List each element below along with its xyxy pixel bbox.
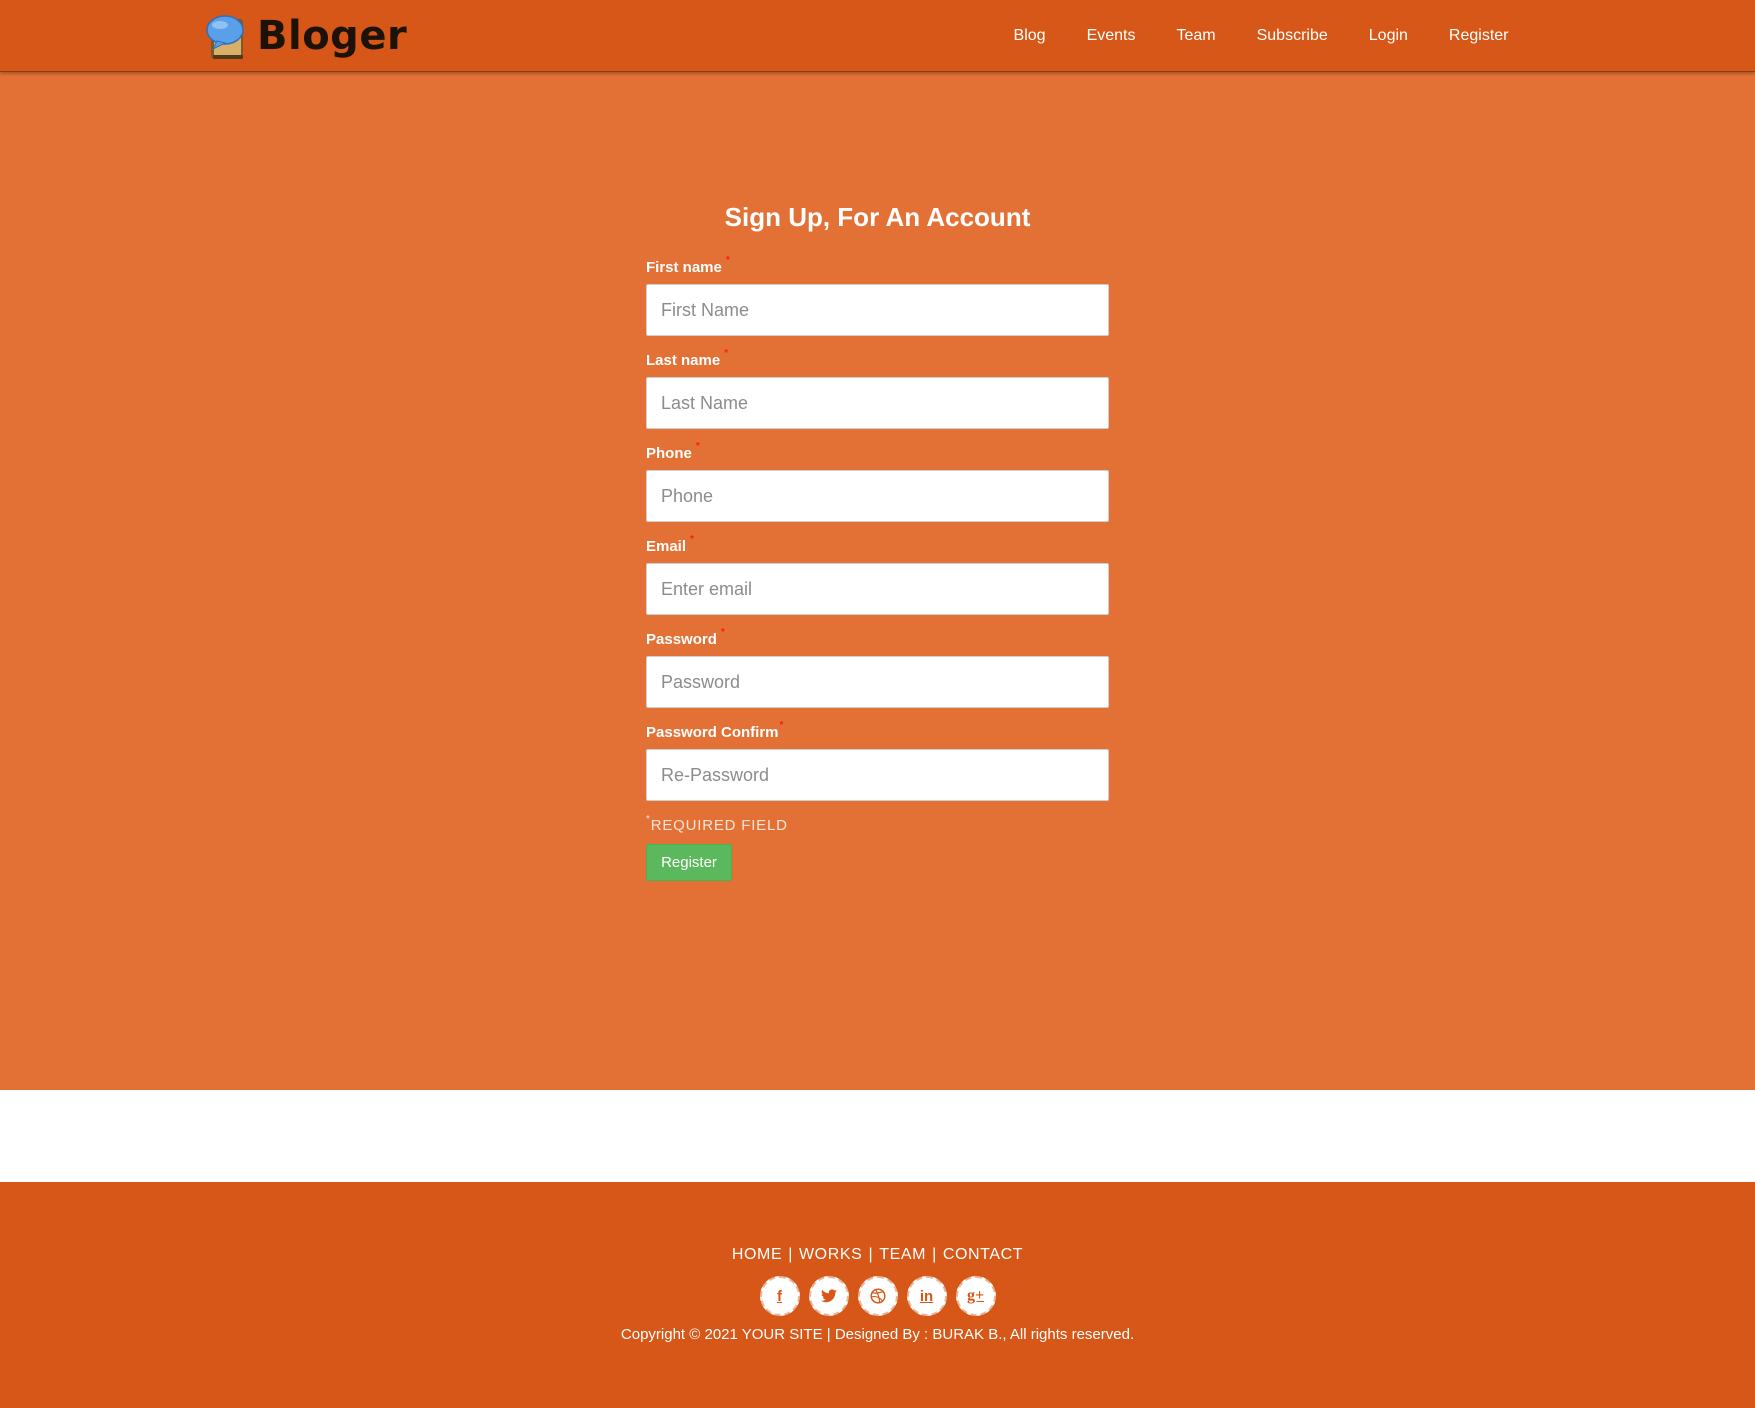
password-confirm-label: Password Confirm* [646,720,784,741]
footer-separator: | [932,1246,937,1263]
linkedin-icon[interactable]: in [906,1276,947,1316]
copyright-text: Copyright © 2021 YOUR SITE | Designed By… [620,1326,1135,1343]
footer-link-works[interactable]: WORKS [799,1246,862,1263]
first-name-label: First name * [646,255,730,276]
twitter-bird-icon [820,1289,837,1303]
nav-blog[interactable]: Blog [993,27,1066,45]
email-label: Email * [646,534,694,555]
last-name-group: Last name * [646,348,1109,429]
footer-link-home[interactable]: HOME [732,1246,782,1263]
nav-register[interactable]: Register [1428,27,1529,45]
register-button[interactable]: Register [646,844,732,881]
required-star: * [720,627,725,638]
required-field-note: *REQUIRED FIELD [646,814,788,834]
form-title: Sign Up, For An Account [724,202,1031,232]
speech-bubble-notebook-icon [206,15,244,59]
password-input[interactable] [646,656,1109,708]
footer-separator: | [868,1246,874,1263]
required-star: * [724,348,729,359]
dribbble-ball-icon [869,1288,886,1304]
footer-links: HOME | WORKS | TEAM | CONTACT [0,1246,1755,1264]
password-group: Password * [646,627,1109,708]
top-navbar: Bloger Blog Events Team Subscribe Login … [0,0,1755,72]
footer-separator: | [788,1246,793,1263]
site-footer: HOME | WORKS | TEAM | CONTACT f in g+ Copyrigh… [0,1182,1755,1408]
dribbble-icon[interactable] [857,1276,898,1316]
footer-link-team[interactable]: TEAM [879,1246,926,1263]
email-group: Email * [646,534,1109,615]
twitter-icon[interactable] [808,1276,849,1316]
google-plus-icon[interactable]: g+ [955,1276,996,1316]
phone-input[interactable] [646,470,1109,522]
nav-team[interactable]: Team [1156,27,1236,45]
phone-label: Phone * [646,441,700,462]
email-input[interactable] [646,563,1109,615]
brand-link[interactable]: Bloger [205,10,407,62]
last-name-input[interactable] [646,377,1109,429]
signup-section: Sign Up, For An Account First name* Last… [0,72,1755,1090]
password-label: Password * [646,627,725,648]
first-name-group: First name * [646,255,1109,336]
first-name-input[interactable] [646,284,1109,336]
footer-link-contact[interactable]: CONTACT [943,1246,1023,1263]
required-star: * [690,534,694,545]
phone-group: Phone * [646,441,1109,522]
required-star: * [725,255,730,266]
social-links: f in g+ [0,1276,1755,1316]
last-name-label: Last name * [646,348,729,369]
spacer-band [0,1090,1755,1182]
main-nav: Blog Events Team Subscribe Login Registe… [993,0,1529,71]
password-confirm-group: Password Confirm* [646,720,1109,801]
nav-events[interactable]: Events [1066,27,1156,45]
required-star: * [695,441,700,452]
brand-name: Bloger [257,13,408,59]
password-confirm-input[interactable] [646,749,1109,801]
required-star: * [779,720,784,731]
nav-subscribe[interactable]: Subscribe [1236,27,1348,45]
nav-login[interactable]: Login [1348,27,1428,45]
facebook-icon[interactable]: f [759,1276,800,1316]
signup-form: Sign Up, For An Account First name* Last… [646,202,1109,881]
